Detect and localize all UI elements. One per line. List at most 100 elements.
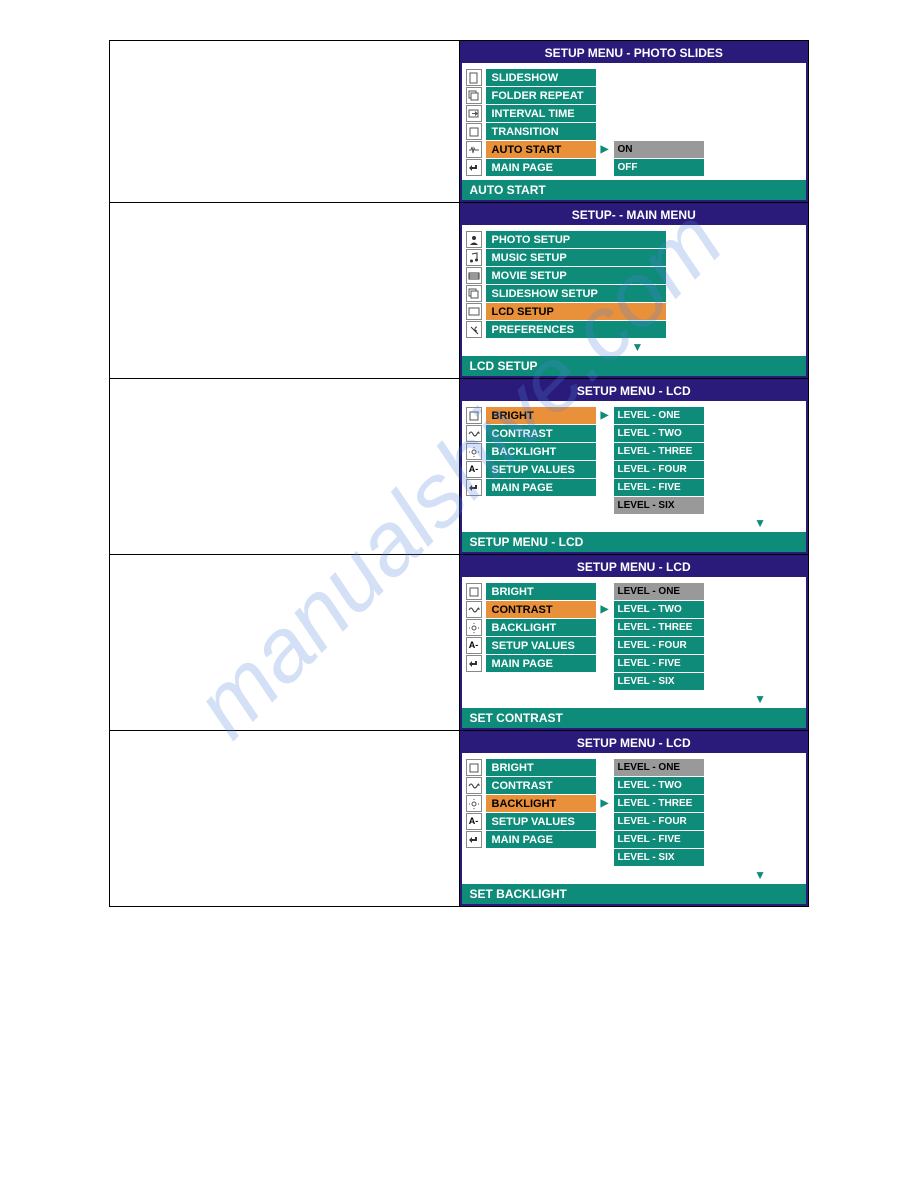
menu-item[interactable]: BRIGHT: [486, 407, 596, 424]
menu-card: SETUP MENU - PHOTO SLIDES SLIDESHOWFOLDER…: [460, 41, 809, 202]
arrow-right-icon: [600, 497, 610, 514]
submenu-item[interactable]: LEVEL - THREE: [614, 795, 704, 812]
menu-item[interactable]: TRANSITION: [486, 123, 596, 140]
menu-item[interactable]: CONTRAST: [486, 425, 596, 442]
screenshot-cell: SETUP- - MAIN MENUPHOTO SETUPMUSIC SETUP…: [459, 203, 809, 379]
menu-item[interactable]: BACKLIGHT: [486, 443, 596, 460]
menu-item[interactable]: MAIN PAGE: [486, 655, 596, 672]
arrow-right-icon: [600, 87, 610, 104]
description-cell: [110, 203, 460, 379]
stack-icon: [466, 285, 482, 302]
arrow-right-icon: [600, 655, 610, 672]
menu-item[interactable]: MOVIE SETUP: [486, 267, 666, 284]
arrow-right-icon: [600, 673, 610, 690]
menu-item[interactable]: SETUP VALUES: [486, 637, 596, 654]
square-icon: [466, 123, 482, 140]
person-icon: [466, 231, 482, 248]
arrow-right-icon: ▶: [600, 795, 610, 812]
wave-icon: [466, 601, 482, 618]
arrow-right-icon: [600, 619, 610, 636]
menu-item[interactable]: PREFERENCES: [486, 321, 666, 338]
back-icon: [466, 159, 482, 176]
menu-item[interactable]: PHOTO SETUP: [486, 231, 666, 248]
submenu-item[interactable]: OFF: [614, 159, 704, 176]
menu-title: SETUP MENU - LCD: [462, 381, 807, 401]
sun-icon: [466, 795, 482, 812]
film-icon: [466, 267, 482, 284]
description-cell: [110, 555, 460, 731]
submenu-item[interactable]: LEVEL - FOUR: [614, 461, 704, 478]
back-icon: [466, 655, 482, 672]
arrow-down-icon: ▼: [462, 694, 807, 708]
menu-card: SETUP MENU - LCD A- BRIGHTCONTRASTBACKLIGH…: [460, 379, 809, 554]
sun-icon: [466, 619, 482, 636]
menu-card: SETUP- - MAIN MENUPHOTO SETUPMUSIC SETUP…: [460, 203, 809, 378]
wave-icon: [466, 777, 482, 794]
arrow-right-icon: [600, 637, 610, 654]
box-arrow-icon: [466, 105, 482, 122]
menu-item[interactable]: MUSIC SETUP: [486, 249, 666, 266]
menu-footer: SET BACKLIGHT: [462, 884, 807, 904]
screenshot-cell: SETUP MENU - LCD A- BRIGHTCONTRASTBACKLIGH…: [459, 379, 809, 555]
arrow-right-icon: ▶: [600, 601, 610, 618]
menu-card: SETUP MENU - LCD A- BRIGHTCONTRASTBACKLIGH…: [460, 731, 809, 906]
menu-item[interactable]: INTERVAL TIME: [486, 105, 596, 122]
wrench-icon: [466, 321, 482, 338]
submenu-item[interactable]: LEVEL - ONE: [614, 583, 704, 600]
submenu-item[interactable]: ON: [614, 141, 704, 158]
arrow-right-icon: ▶: [600, 407, 610, 424]
menu-item[interactable]: MAIN PAGE: [486, 831, 596, 848]
submenu-item[interactable]: LEVEL - TWO: [614, 425, 704, 442]
menu-title: SETUP MENU - PHOTO SLIDES: [462, 43, 807, 63]
menu-item[interactable]: SETUP VALUES: [486, 461, 596, 478]
submenu-item[interactable]: LEVEL - FOUR: [614, 637, 704, 654]
menu-item[interactable]: BRIGHT: [486, 583, 596, 600]
letter-icon: A-: [466, 461, 482, 478]
submenu-item[interactable]: LEVEL - SIX: [614, 673, 704, 690]
submenu-item[interactable]: LEVEL - FIVE: [614, 655, 704, 672]
menu-item[interactable]: SLIDESHOW: [486, 69, 596, 86]
arrow-right-icon: [600, 479, 610, 496]
menu-item[interactable]: BACKLIGHT: [486, 795, 596, 812]
submenu-item[interactable]: LEVEL - ONE: [614, 759, 704, 776]
submenu-item[interactable]: LEVEL - THREE: [614, 619, 704, 636]
arrow-right-icon: [600, 759, 610, 776]
submenu-item[interactable]: LEVEL - TWO: [614, 601, 704, 618]
menu-item[interactable]: SLIDESHOW SETUP: [486, 285, 666, 302]
arrow-right-icon: [600, 849, 610, 866]
submenu-item[interactable]: LEVEL - FIVE: [614, 479, 704, 496]
menu-item[interactable]: BACKLIGHT: [486, 619, 596, 636]
menu-item[interactable]: CONTRAST: [486, 601, 596, 618]
menu-item[interactable]: SETUP VALUES: [486, 813, 596, 830]
menu-footer: SET CONTRAST: [462, 708, 807, 728]
letter-icon: A-: [466, 813, 482, 830]
arrow-down-icon: ▼: [462, 518, 807, 532]
screenshot-cell: SETUP MENU - LCDA-BRIGHTCONTRASTBACKLIGH…: [459, 555, 809, 731]
wave-icon: [466, 425, 482, 442]
menu-item[interactable]: FOLDER REPEAT: [486, 87, 596, 104]
screenshot-cell: SETUP MENU - PHOTO SLIDES SLIDESHOWFOLDER…: [459, 41, 809, 203]
submenu-item[interactable]: LEVEL - THREE: [614, 443, 704, 460]
music-icon: [466, 249, 482, 266]
menu-card: SETUP MENU - LCDA-BRIGHTCONTRASTBACKLIGH…: [460, 555, 809, 730]
menu-item[interactable]: BRIGHT: [486, 759, 596, 776]
submenu-item[interactable]: LEVEL - TWO: [614, 777, 704, 794]
arrow-right-icon: [600, 123, 610, 140]
menu-item[interactable]: CONTRAST: [486, 777, 596, 794]
arrow-right-icon: [600, 159, 610, 176]
description-cell: [110, 379, 460, 555]
menu-footer: SETUP MENU - LCD: [462, 532, 807, 552]
menu-item[interactable]: MAIN PAGE: [486, 479, 596, 496]
submenu-item[interactable]: LEVEL - SIX: [614, 497, 704, 514]
arrow-right-icon: [600, 105, 610, 122]
sun-icon: [466, 443, 482, 460]
menu-item[interactable]: LCD SETUP: [486, 303, 666, 320]
submenu-item[interactable]: LEVEL - FIVE: [614, 831, 704, 848]
arrow-right-icon: [600, 777, 610, 794]
menu-item[interactable]: AUTO START: [486, 141, 596, 158]
menu-title: SETUP MENU - LCD: [462, 733, 807, 753]
submenu-item[interactable]: LEVEL - FOUR: [614, 813, 704, 830]
submenu-item[interactable]: LEVEL - SIX: [614, 849, 704, 866]
submenu-item[interactable]: LEVEL - ONE: [614, 407, 704, 424]
menu-item[interactable]: MAIN PAGE: [486, 159, 596, 176]
